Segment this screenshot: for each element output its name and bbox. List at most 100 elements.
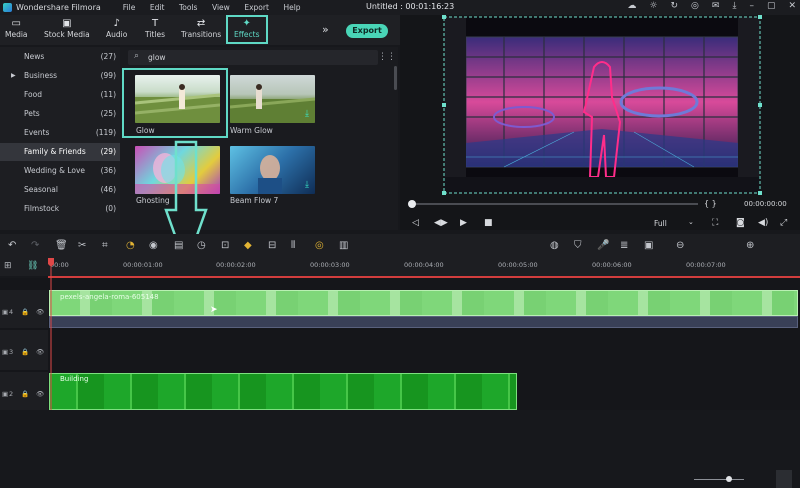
delete-icon[interactable]: 🗑	[55, 240, 68, 251]
tab-transitions[interactable]: ⇄ Transitions	[181, 18, 221, 39]
cloud-icon[interactable]: ☁	[627, 1, 636, 11]
add-track-icon[interactable]: ⊞	[4, 261, 12, 271]
chevron-down-icon[interactable]: ⌄	[688, 218, 694, 226]
effects-search-box[interactable]: ⌕	[128, 50, 378, 65]
playback-scrubber[interactable]	[408, 200, 416, 208]
timeline-ruler[interactable]: 00:00 00:00:01:00 00:00:02:00 00:00:03:0…	[48, 258, 800, 276]
lock-icon[interactable]: 🔒	[21, 390, 29, 398]
zoom-slider-handle[interactable]	[726, 476, 732, 482]
volume-icon[interactable]: ◀)	[758, 218, 768, 228]
timeline-settings-icon[interactable]	[776, 470, 792, 488]
snapshot-icon[interactable]: ▣	[644, 240, 653, 251]
lock-icon[interactable]: 🔒	[21, 348, 29, 356]
ruler-tick: 00:00:02:00	[216, 261, 256, 269]
expand-arrow-icon[interactable]: ▶	[11, 67, 16, 85]
transitions-icon: ⇄	[196, 18, 206, 29]
menu-export[interactable]: Export	[244, 3, 269, 12]
video-clip-building[interactable]	[49, 373, 517, 410]
export-button[interactable]: Export	[346, 24, 388, 38]
search-input[interactable]	[148, 52, 348, 63]
color-palette-icon[interactable]: ◉	[149, 240, 158, 251]
fullscreen-icon[interactable]: ⛶	[712, 218, 718, 228]
ai-icon[interactable]: ▤	[174, 240, 183, 251]
maximize-icon[interactable]: ▢	[767, 1, 776, 11]
fit-icon[interactable]: ⊡	[221, 240, 229, 251]
lock-icon[interactable]: 🔒	[21, 308, 29, 316]
undo-icon[interactable]: ↶	[8, 240, 16, 251]
crop-icon[interactable]: ⌗	[102, 240, 108, 251]
zoom-out-icon[interactable]: ⊖	[676, 240, 684, 251]
download-icon[interactable]: ⤓	[305, 109, 309, 119]
download-icon[interactable]: ⤓	[732, 1, 736, 11]
tab-media[interactable]: ▭ Media	[5, 18, 28, 39]
duration-icon[interactable]: ◷	[197, 240, 206, 251]
minimize-icon[interactable]: –	[749, 1, 754, 11]
voiceover-icon[interactable]: ≣	[620, 240, 628, 251]
menu-help[interactable]: Help	[283, 3, 300, 12]
preview-selection-frame[interactable]	[442, 15, 762, 195]
speed-icon[interactable]: ◔	[126, 240, 135, 251]
eye-icon[interactable]: 👁	[36, 308, 44, 316]
mail-icon[interactable]: ✉	[712, 1, 720, 11]
sidebar-item-family-friends[interactable]: Family & Friends (29)	[0, 143, 120, 161]
playhead[interactable]	[48, 258, 54, 410]
more-tabs-chevron-icon[interactable]: »	[322, 23, 329, 36]
headset-icon[interactable]: ◎	[691, 1, 699, 11]
quality-dropdown[interactable]: Full	[654, 219, 667, 228]
menu-edit[interactable]: Edit	[150, 3, 165, 12]
cut-icon[interactable]: ✂	[78, 240, 86, 251]
preview-timecode: 00:00:00:00	[744, 200, 787, 208]
sync-icon[interactable]: ↻	[671, 1, 679, 11]
play-backward-icon[interactable]: ◀▶	[434, 218, 448, 228]
microphone-icon[interactable]: 🎤	[597, 240, 609, 251]
effect-thumbnail-warm-glow[interactable]: ⤓	[230, 75, 315, 123]
audio-stretch-icon[interactable]: ◎	[315, 240, 324, 251]
mark-brackets[interactable]: { }	[704, 199, 717, 208]
video-clip-dancer-audio[interactable]	[49, 316, 798, 328]
step-back-icon[interactable]: ◁	[412, 218, 419, 228]
media-scrollbar[interactable]	[394, 66, 397, 90]
grid-view-icon[interactable]: ⋮⋮	[378, 52, 396, 62]
sidebar-item-business[interactable]: ▶ Business (99)	[0, 67, 120, 85]
eye-icon[interactable]: 👁	[36, 390, 44, 398]
sidebar-item-news[interactable]: News (27)	[0, 48, 120, 66]
keyframe-icon[interactable]: ◆	[244, 240, 252, 251]
stop-icon[interactable]: ■	[484, 218, 493, 228]
effect-thumbnail-beam-flow-7[interactable]: ⤓	[230, 146, 315, 194]
tab-effects[interactable]: ✦ Effects	[226, 15, 268, 44]
split-audio-icon[interactable]: ⫴	[291, 240, 295, 251]
playback-progress-bar[interactable]	[410, 203, 698, 205]
beam-flow-preview-image	[258, 155, 282, 194]
zoom-slider-track[interactable]	[694, 479, 744, 480]
video-clip-dancer[interactable]	[49, 290, 798, 316]
close-icon[interactable]: ✕	[788, 1, 796, 11]
tab-stock-media[interactable]: ▣ Stock Media	[44, 18, 90, 39]
silence-detect-icon[interactable]: ▥	[339, 240, 348, 251]
eye-icon[interactable]: 👁	[36, 348, 44, 356]
marker-icon[interactable]: ⛉	[574, 240, 582, 251]
redo-icon[interactable]: ↷	[31, 240, 39, 251]
render-icon[interactable]: ◍	[550, 240, 559, 251]
sidebar-item-seasonal[interactable]: Seasonal (46)	[0, 181, 120, 199]
link-icon[interactable]: ⛓	[27, 261, 38, 271]
green-screen-icon[interactable]: ⊟	[268, 240, 276, 251]
sidebar-item-filmstock[interactable]: Filmstock (0)	[0, 200, 120, 218]
sidebar-item-food[interactable]: Food (11)	[0, 86, 120, 104]
expand-preview-icon[interactable]: ⤢	[780, 218, 787, 228]
menu-file[interactable]: File	[123, 3, 136, 12]
zoom-in-icon[interactable]: ⊕	[746, 240, 754, 251]
play-icon[interactable]: ▶	[460, 218, 467, 228]
snapshot-camera-icon[interactable]: ◙	[736, 218, 745, 228]
sidebar-item-events[interactable]: Events (119)	[0, 124, 120, 142]
tab-audio[interactable]: ♪ Audio	[106, 18, 127, 39]
sidebar-item-wedding-love[interactable]: Wedding & Love (36)	[0, 162, 120, 180]
bulb-icon[interactable]: ☼	[649, 1, 657, 11]
title-bar: Wondershare Filmora File Edit Tools View…	[0, 0, 800, 15]
sidebar-item-pets[interactable]: Pets (25)	[0, 105, 120, 123]
warm-glow-preview-image	[230, 84, 315, 123]
menu-tools[interactable]: Tools	[179, 3, 197, 12]
menu-view[interactable]: View	[212, 3, 230, 12]
effect-thumbnail-glow[interactable]	[135, 75, 220, 123]
tab-titles[interactable]: T Titles	[145, 18, 165, 39]
download-icon[interactable]: ⤓	[305, 180, 309, 190]
